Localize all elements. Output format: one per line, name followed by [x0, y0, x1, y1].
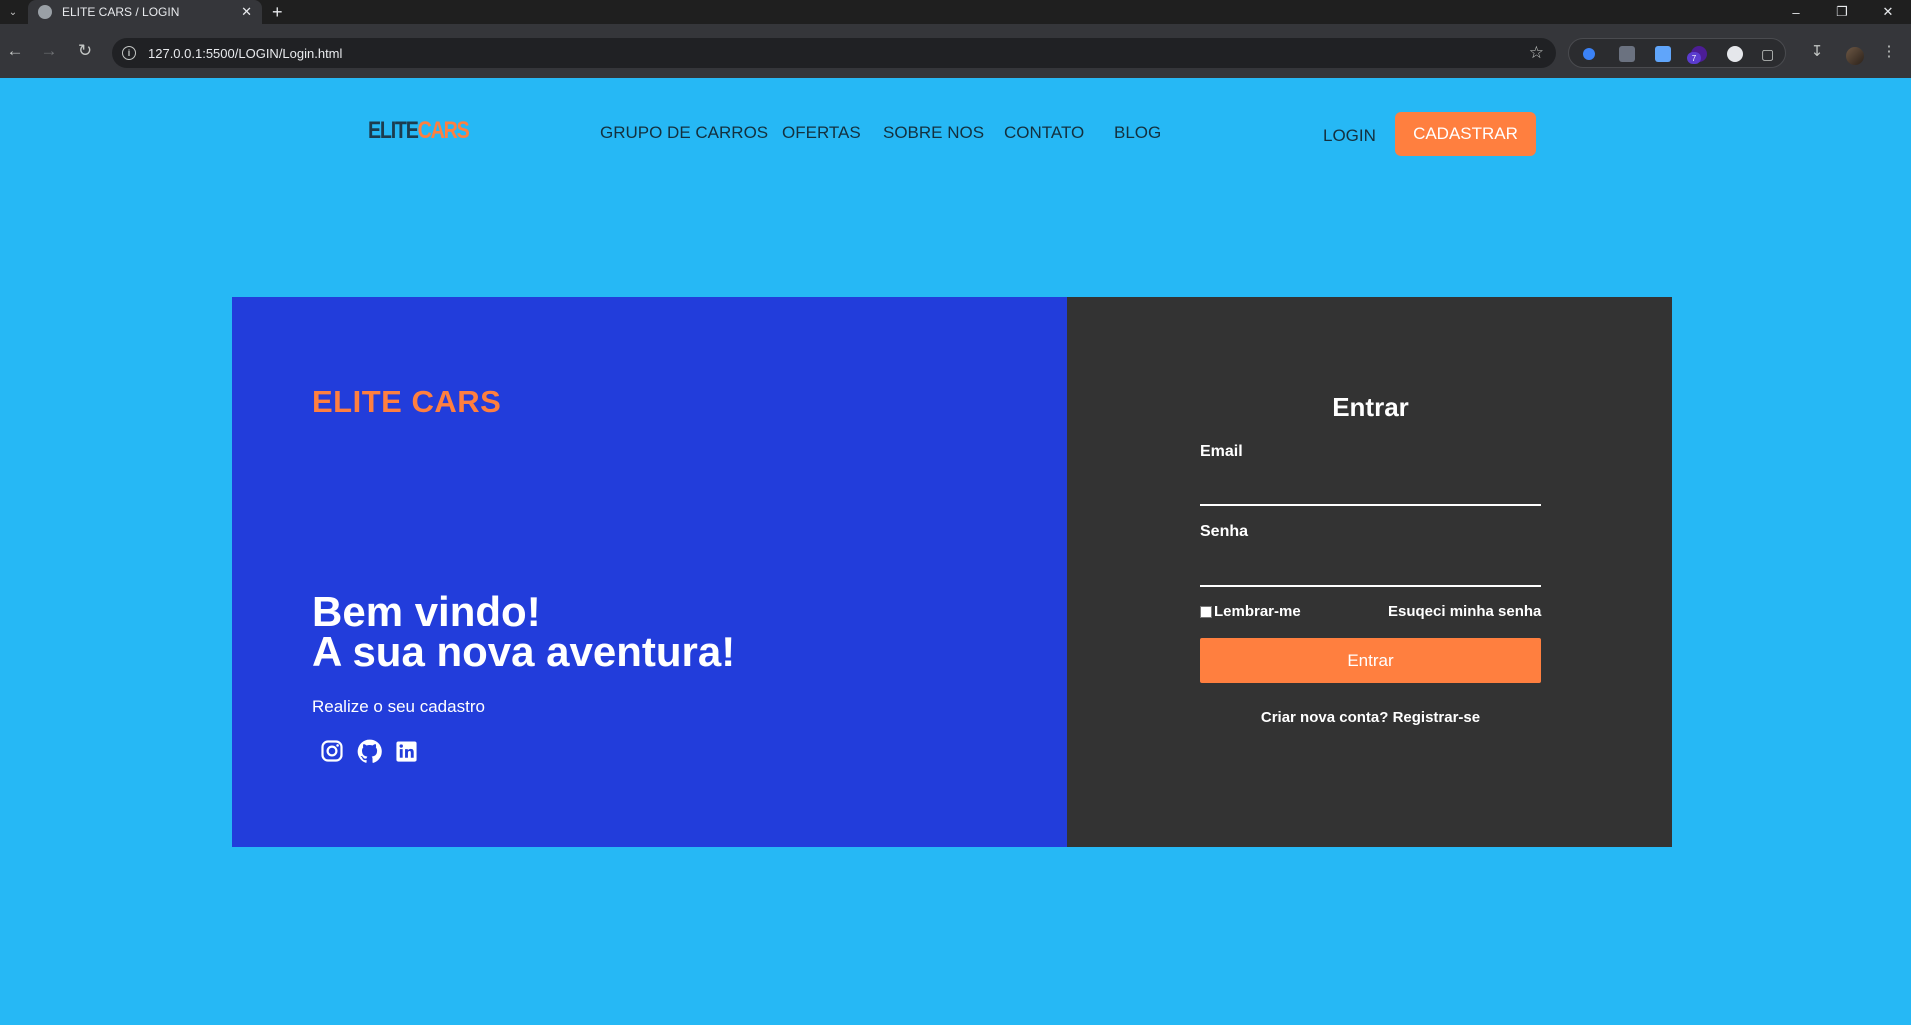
extension-badge: 7 — [1687, 52, 1701, 64]
restore-icon[interactable]: ❐ — [1819, 0, 1865, 24]
password-field[interactable] — [1200, 557, 1541, 587]
login-button[interactable]: Entrar — [1200, 638, 1541, 683]
plus-icon[interactable]: + — [272, 0, 283, 24]
browser-toolbar: ← → ↻ i 127.0.0.1:5500/LOGIN/Login.html … — [0, 24, 1911, 78]
address-bar[interactable]: i 127.0.0.1:5500/LOGIN/Login.html ☆ — [112, 38, 1556, 68]
welcome-line1: Bem vindo! — [312, 588, 541, 635]
avatar[interactable] — [1846, 47, 1864, 65]
tab-title: ELITE CARS / LOGIN — [62, 5, 180, 19]
remember-me: Lembrar-me — [1200, 603, 1301, 620]
reload-icon[interactable]: ↻ — [70, 24, 100, 78]
welcome-subtitle: Realize o seu cadastro — [312, 697, 485, 716]
puzzle-icon[interactable]: ▢ — [1761, 46, 1777, 62]
register-link[interactable]: Criar nova conta? Registrar-se — [1200, 709, 1541, 726]
password-label: Senha — [1200, 523, 1249, 540]
remember-checkbox[interactable] — [1200, 605, 1212, 618]
browser-tab[interactable]: ELITE CARS / LOGIN ✕ — [28, 0, 262, 24]
close-icon[interactable]: ✕ — [1865, 0, 1911, 24]
extension-icon[interactable] — [1619, 46, 1635, 62]
download-icon[interactable]: ↧ — [1802, 24, 1832, 78]
welcome-heading: Bem vindo! A sua nova aventura! — [312, 588, 736, 675]
welcome-line2: A sua nova aventura! — [312, 628, 736, 675]
signup-button[interactable]: CADASTRAR — [1395, 112, 1536, 156]
nav-link-sobre-nos[interactable]: SOBRE NOS — [883, 123, 984, 143]
logo-part1: ELITE — [368, 117, 419, 144]
site-logo[interactable]: ELITECARS — [368, 117, 470, 145]
email-field[interactable] — [1200, 476, 1541, 506]
form-title: Entrar — [1332, 392, 1409, 422]
linkedin-icon[interactable] — [393, 738, 419, 764]
globe-icon — [38, 5, 52, 19]
email-label: Email — [1200, 443, 1243, 460]
info-icon[interactable]: i — [122, 46, 136, 60]
kebab-icon[interactable]: ⋮ — [1874, 24, 1904, 78]
nav-link-grupo-de-carros[interactable]: GRUPO DE CARROS — [600, 123, 768, 143]
forgot-password-link[interactable]: Esuqeci minha senha — [1388, 603, 1541, 620]
back-icon[interactable]: ← — [0, 24, 30, 78]
extension-icon[interactable] — [1583, 48, 1595, 60]
nav-link-ofertas[interactable]: OFERTAS — [782, 123, 861, 143]
star-icon[interactable]: ☆ — [1529, 43, 1544, 63]
github-icon[interactable] — [356, 738, 382, 764]
forward-icon[interactable]: → — [34, 24, 64, 78]
login-link[interactable]: LOGIN — [1323, 126, 1376, 146]
extension-icon[interactable] — [1727, 46, 1743, 62]
remember-label[interactable]: Lembrar-me — [1214, 603, 1301, 620]
close-icon[interactable]: ✕ — [241, 4, 252, 20]
tab-list-icon[interactable]: ⌄ — [2, 0, 24, 24]
minimize-icon[interactable]: – — [1773, 0, 1819, 24]
browser-tab-bar: ⌄ ELITE CARS / LOGIN ✕ + – ❐ ✕ — [0, 0, 1911, 24]
instagram-icon[interactable] — [319, 738, 345, 764]
brand-title: ELITE CARS — [312, 384, 502, 419]
url-text: 127.0.0.1:5500/LOGIN/Login.html — [148, 45, 343, 61]
welcome-panel — [232, 297, 1067, 847]
logo-part2: CARS — [417, 117, 470, 144]
extensions-group: ▢ — [1568, 38, 1786, 68]
extension-icon[interactable] — [1655, 46, 1671, 62]
nav-link-contato[interactable]: CONTATO — [1004, 123, 1084, 143]
nav-link-blog[interactable]: BLOG — [1114, 123, 1161, 143]
